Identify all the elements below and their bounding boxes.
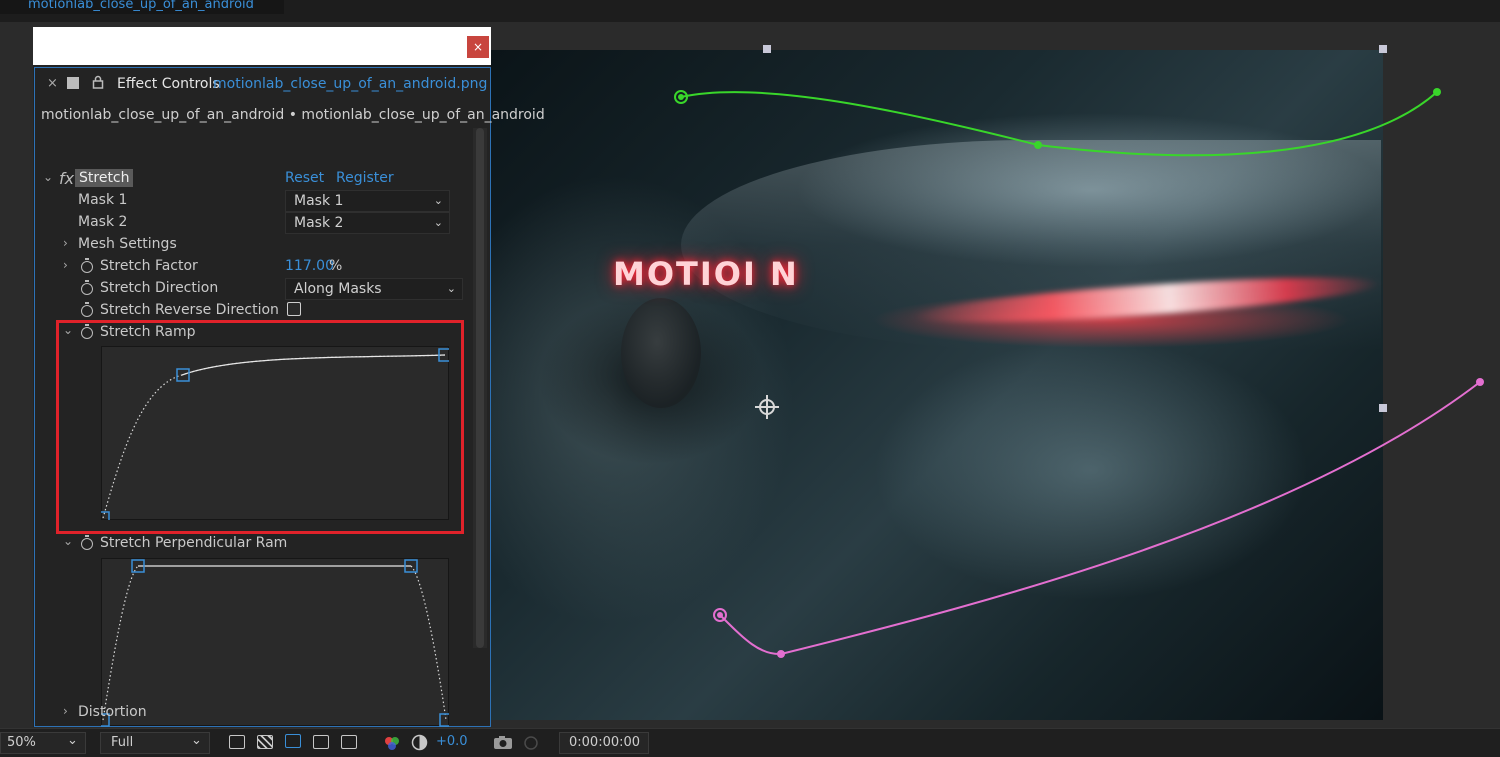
- layer-handle-mid-right[interactable]: [1379, 404, 1387, 412]
- chevron-down-icon: ⌄: [446, 282, 456, 295]
- mask-1-label: Mask 1: [78, 192, 128, 208]
- mask-2-vertex-start-inner: [717, 612, 723, 618]
- mask-2-vertex-mid[interactable]: [777, 650, 785, 658]
- chevron-down-icon[interactable]: ⌄: [63, 534, 73, 548]
- current-time-display[interactable]: 0:00:00:00: [559, 732, 649, 754]
- mask-2-vertex-end[interactable]: [1476, 378, 1484, 386]
- stopwatch-icon[interactable]: [81, 258, 93, 273]
- layer-handle-top-right[interactable]: [1379, 45, 1387, 53]
- stretch-direction-value: Along Masks: [294, 281, 382, 297]
- layer-handle-top-center[interactable]: [763, 45, 771, 53]
- effect-name[interactable]: Stretch: [79, 170, 130, 186]
- zoom-dropdown[interactable]: 50% ⌄: [0, 732, 86, 754]
- chevron-down-icon: ⌄: [67, 733, 78, 748]
- scrollbar-thumb[interactable]: [476, 128, 484, 648]
- stretch-ramp-highlight: [56, 320, 464, 534]
- chevron-right-icon[interactable]: ›: [63, 258, 68, 272]
- stretch-reverse-checkbox[interactable]: [287, 302, 301, 316]
- mask-1-path[interactable]: [680, 91, 1438, 157]
- panel-title: Effect Controls: [117, 76, 220, 92]
- exposure-value[interactable]: +0.0: [436, 734, 468, 749]
- timecode: 0:00:00:00: [569, 735, 641, 750]
- mask-1-vertex-end[interactable]: [1433, 88, 1441, 96]
- resolution-dropdown[interactable]: Full ⌄: [100, 732, 210, 754]
- chevron-down-icon: ⌄: [433, 194, 443, 207]
- perp-point-4: [439, 713, 449, 727]
- reset-link[interactable]: Reset: [285, 170, 324, 186]
- show-snapshot-icon[interactable]: [522, 734, 540, 751]
- camera-icon[interactable]: [493, 735, 513, 750]
- stretch-direction-dropdown[interactable]: Along Masks ⌄: [285, 278, 463, 300]
- stretch-factor-label: Stretch Factor: [100, 258, 198, 274]
- layer-breadcrumb: motionlab_close_up_of_an_android • motio…: [41, 107, 545, 123]
- chevron-down-icon[interactable]: ⌄: [43, 170, 53, 184]
- mask-2-value: Mask 2: [294, 215, 344, 231]
- mask-visibility-icon[interactable]: [285, 734, 301, 748]
- stretch-factor-unit: %: [329, 258, 343, 274]
- transparency-grid-icon[interactable]: [257, 735, 273, 749]
- stretch-perp-ramp-label: Stretch Perpendicular Ram: [100, 535, 288, 551]
- effect-controls-panel: × Effect Controls motionlab_close_up_of_…: [34, 67, 545, 728]
- stopwatch-icon[interactable]: [81, 302, 93, 317]
- mask-1-dropdown[interactable]: Mask 1 ⌄: [285, 190, 450, 212]
- resolution-value: Full: [111, 735, 134, 750]
- fx-icon[interactable]: fx: [59, 169, 74, 188]
- mask-1-value: Mask 1: [294, 193, 344, 209]
- mask-1-vertex-mid[interactable]: [1034, 141, 1042, 149]
- stretch-factor-value[interactable]: 117.00: [285, 258, 334, 274]
- viewer-footer-bar: 50% ⌄ Full ⌄ +0.0 0:00:00:00: [0, 728, 1500, 757]
- stretch-perp-ramp-curve[interactable]: [101, 558, 449, 728]
- stopwatch-icon[interactable]: [81, 535, 93, 550]
- zoom-value: 50%: [7, 735, 36, 750]
- mask-1-vertex-start-inner: [678, 94, 684, 100]
- register-link[interactable]: Register: [336, 170, 394, 186]
- stretch-reverse-label: Stretch Reverse Direction: [100, 302, 279, 318]
- chevron-down-icon: ⌄: [191, 733, 202, 748]
- fast-previews-icon[interactable]: [229, 735, 245, 749]
- chevron-right-icon[interactable]: ›: [63, 236, 68, 250]
- close-window-button[interactable]: ×: [467, 36, 489, 58]
- mask-2-dropdown[interactable]: Mask 2 ⌄: [285, 212, 450, 234]
- mask-2-path[interactable]: [719, 381, 1481, 656]
- effect-controls-window: × × Effect Controls motionlab_close_up_o…: [33, 27, 545, 728]
- mask-2-label: Mask 2: [78, 214, 128, 230]
- color-management-icon[interactable]: [411, 734, 428, 751]
- distortion-label[interactable]: Distortion: [78, 704, 147, 720]
- anchor-point-icon[interactable]: [755, 395, 779, 419]
- region-of-interest-icon[interactable]: [313, 735, 329, 749]
- window-titlebar[interactable]: ×: [33, 27, 491, 65]
- panel-title-file[interactable]: motionlab_close_up_of_an_android.png: [213, 76, 487, 92]
- lock-icon[interactable]: [92, 75, 104, 89]
- channels-icon[interactable]: [383, 735, 401, 751]
- panel-header: × Effect Controls motionlab_close_up_of_…: [35, 68, 490, 100]
- close-icon[interactable]: ×: [47, 76, 58, 91]
- stopwatch-icon[interactable]: [81, 280, 93, 295]
- chevron-right-icon[interactable]: ›: [63, 704, 68, 718]
- mesh-settings-label[interactable]: Mesh Settings: [78, 236, 177, 252]
- stretch-direction-label: Stretch Direction: [100, 280, 219, 296]
- grid-guides-icon[interactable]: [341, 735, 357, 749]
- chevron-down-icon: ⌄: [433, 216, 443, 229]
- panel-menu-icon[interactable]: [67, 77, 79, 89]
